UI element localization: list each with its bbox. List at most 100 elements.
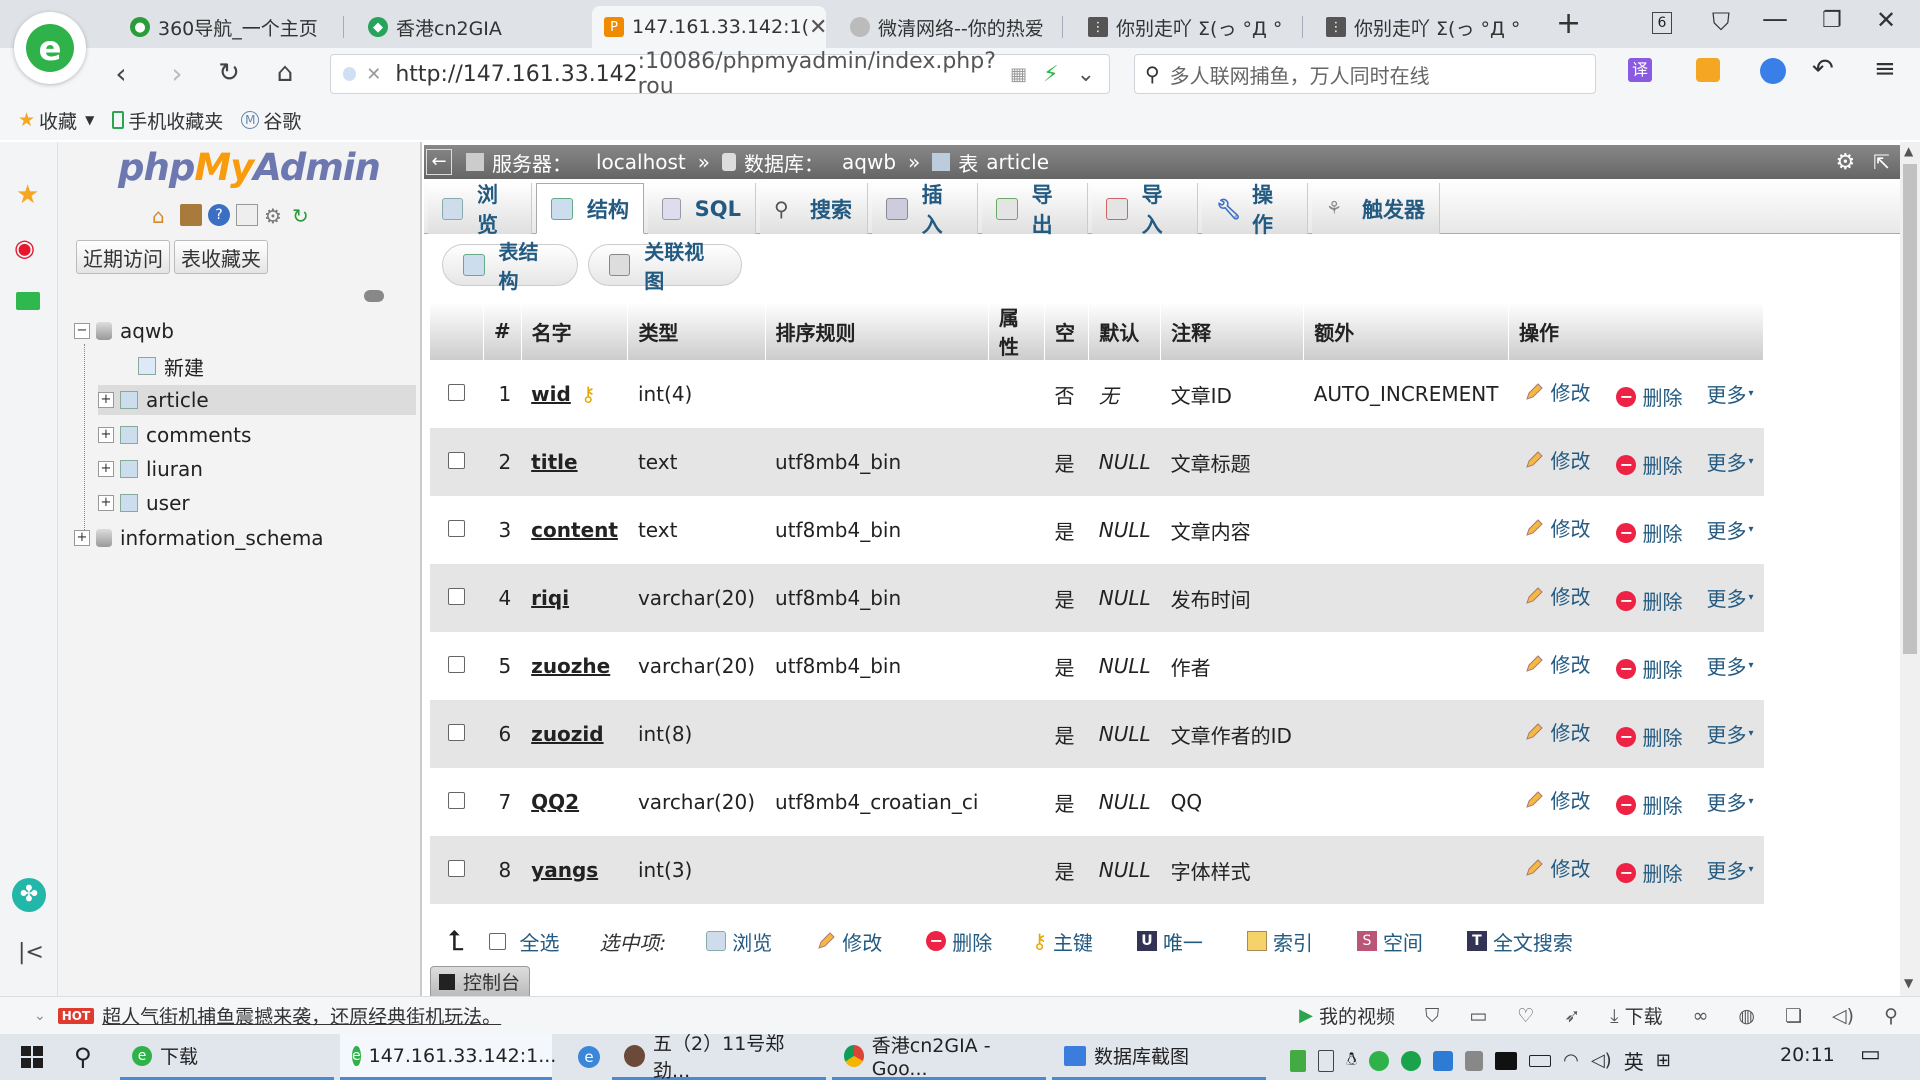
bulk-primary-button[interactable]: ⚷ 主键 (1032, 927, 1093, 956)
undo-icon[interactable]: ↶ (1812, 54, 1834, 84)
delete-button[interactable]: − 删除 (1616, 858, 1682, 887)
qq-icon[interactable]: 🐧︎ (1346, 1049, 1357, 1072)
browser-logo-icon[interactable]: e (14, 12, 86, 84)
taskbar-item-screenshot[interactable]: 数据库截图 (1052, 1034, 1266, 1080)
reload-icon[interactable]: ↻ (212, 56, 246, 90)
tree-table-user[interactable]: + user (98, 488, 190, 518)
heart-icon[interactable]: ♡ (1517, 1005, 1534, 1027)
plugin-icon[interactable]: ✤ (12, 878, 46, 912)
edit-button[interactable]: 修改 (1524, 513, 1590, 542)
taskbar-ie[interactable]: e (566, 1034, 612, 1080)
field-name[interactable]: zuozhe (531, 654, 610, 678)
tab-close-icon[interactable]: ✕ (809, 15, 826, 40)
keyboard-icon[interactable]: ⊞ (1656, 1050, 1671, 1071)
nvidia-icon[interactable] (1495, 1051, 1518, 1070)
more-button[interactable]: 更多 ▾ (1706, 855, 1753, 884)
tab-insert[interactable]: 插入 (872, 183, 978, 237)
refresh-icon[interactable]: ↻ (292, 204, 314, 228)
bulk-fulltext-button[interactable]: T 全文搜索 (1466, 927, 1573, 956)
tab-sql[interactable]: SQL (648, 183, 756, 234)
tab-structure[interactable]: 结构 (536, 183, 644, 234)
browser-tab[interactable]: ◆ 香港cn2GIA (356, 6, 578, 48)
settings-gear-icon[interactable]: ⚙ (1836, 150, 1856, 175)
mail-icon[interactable] (16, 292, 40, 310)
printer-icon[interactable] (1465, 1050, 1484, 1071)
collapse-icon[interactable]: − (74, 323, 90, 339)
breadcrumb-table[interactable]: article (986, 150, 1049, 174)
bookmark-mobile[interactable]: 手机收藏夹 (112, 107, 223, 134)
field-name[interactable]: QQ2 (531, 790, 579, 814)
tab-count-badge[interactable]: 6 (1652, 12, 1672, 34)
translate-icon[interactable]: 译 (1628, 58, 1652, 82)
delete-button[interactable]: − 删除 (1616, 586, 1682, 615)
row-checkbox[interactable] (448, 384, 466, 401)
subtab-relation-view[interactable]: 关联视图 (588, 240, 742, 293)
tree-db-aqwb[interactable]: − aqwb (74, 316, 174, 346)
search-box[interactable]: ⚲ 多人联网捕鱼，万人同时在线 (1134, 54, 1596, 94)
col-header[interactable]: 默认 (1088, 302, 1162, 360)
restore-icon[interactable]: ❐ (1822, 8, 1842, 33)
tree-db-information-schema[interactable]: + information_schema (74, 523, 324, 553)
close-window-icon[interactable]: ✕ (1876, 6, 1896, 34)
bulk-spatial-button[interactable]: S 空间 (1356, 927, 1423, 956)
window-icon[interactable]: ❏ (1785, 1005, 1802, 1027)
browser-icon[interactable]: ◍ (1738, 1005, 1755, 1027)
browser-tab[interactable]: ⋮ 你别走吖 Σ(っ °Д ° (1314, 6, 1536, 48)
tab-triggers[interactable]: ⚘ 触发器 (1312, 183, 1440, 234)
more-button[interactable]: 更多 ▾ (1706, 651, 1753, 680)
delete-button[interactable]: − 删除 (1616, 722, 1682, 751)
edit-button[interactable]: 修改 (1524, 445, 1590, 474)
select-all-checkbox[interactable] (488, 932, 506, 950)
recent-tables-button[interactable]: 近期访问 (76, 240, 170, 274)
row-checkbox[interactable] (448, 656, 466, 673)
security-icon[interactable] (1401, 1050, 1422, 1071)
subtab-table-structure[interactable]: 表结构 (442, 240, 578, 293)
image-icon[interactable]: ▭ (1469, 1005, 1487, 1027)
apps-icon[interactable] (1760, 58, 1786, 84)
col-header[interactable]: 排序规则 (765, 302, 989, 360)
delete-button[interactable]: − 删除 (1616, 518, 1682, 547)
expand-icon[interactable]: + (74, 530, 90, 546)
tree-table-article[interactable]: + article (98, 385, 416, 415)
more-button[interactable]: 更多 ▾ (1706, 515, 1753, 544)
tree-table-liuran[interactable]: + liuran (98, 454, 203, 484)
tree-new[interactable]: 新建 (138, 351, 204, 381)
field-name[interactable]: riqi (531, 586, 569, 610)
ad-link[interactable]: 超人气街机捕鱼震撼来袭，还原经典街机玩法。 (102, 1002, 501, 1029)
col-header[interactable]: 名字 (521, 302, 629, 360)
chevron-down-icon[interactable]: ⌄ (1077, 62, 1095, 87)
my-video-link[interactable]: 我的视频 (1319, 1002, 1395, 1029)
favorite-tables-button[interactable]: 表收藏夹 (174, 240, 268, 274)
more-button[interactable]: 更多 ▾ (1706, 447, 1753, 476)
edit-button[interactable]: 修改 (1524, 649, 1590, 678)
wifi-icon[interactable]: ◠ (1563, 1050, 1579, 1071)
logout-icon[interactable] (180, 204, 202, 226)
delete-button[interactable]: − 删除 (1616, 382, 1682, 411)
col-header[interactable]: 类型 (627, 302, 766, 360)
page-scrollbar[interactable]: ▲ ▼ (1900, 142, 1920, 996)
speaker-icon[interactable]: ◁) (1591, 1050, 1612, 1071)
maximize-icon[interactable]: ⇱ (1873, 150, 1890, 174)
col-header[interactable]: 注释 (1160, 302, 1305, 360)
bookmark-favorites[interactable]: ★ 收藏 ▼ (18, 107, 94, 134)
link-icon[interactable] (364, 290, 384, 302)
address-bar[interactable]: ✕ http://147.161.33.142:10086/phpmyadmin… (330, 49, 1110, 99)
rocket-icon[interactable]: ➶ (1564, 1005, 1580, 1027)
qr-icon[interactable]: ▦ (1010, 64, 1027, 85)
more-button[interactable]: 更多 ▾ (1706, 719, 1753, 748)
field-name[interactable]: wid (531, 382, 571, 406)
edit-button[interactable]: 修改 (1524, 853, 1590, 882)
edit-button[interactable]: 修改 (1524, 785, 1590, 814)
more-button[interactable]: 更多 ▾ (1706, 787, 1753, 816)
new-tab-button[interactable]: + (1556, 6, 1581, 41)
phone-icon[interactable] (1318, 1049, 1334, 1072)
lightning-icon[interactable]: ⚡ (1043, 62, 1058, 87)
zoom-icon[interactable]: ⚲ (1884, 1005, 1898, 1027)
mask-icon[interactable]: ∞ (1693, 1005, 1709, 1027)
home-icon[interactable]: ⌂ (268, 56, 302, 90)
taskbar-item-chrome[interactable]: 香港cn2GIA - Goo... (832, 1034, 1046, 1080)
cloud-icon[interactable] (1433, 1050, 1454, 1071)
forward-icon[interactable]: › (160, 56, 194, 90)
start-button[interactable] (8, 1034, 56, 1080)
col-header[interactable]: 额外 (1303, 302, 1509, 360)
